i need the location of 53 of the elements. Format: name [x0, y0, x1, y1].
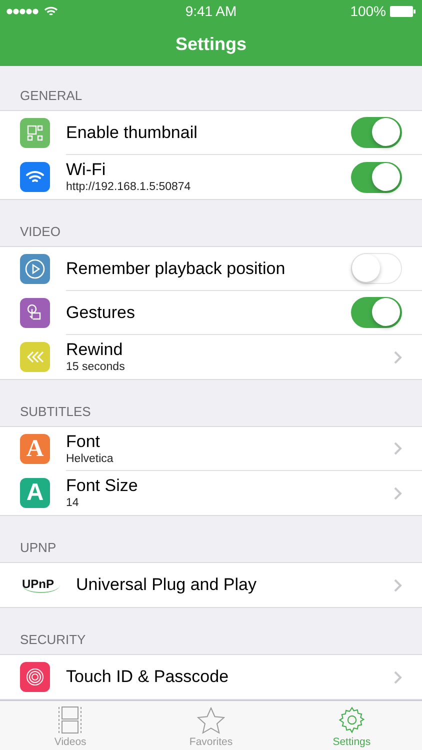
- section-header: SECURITY: [19, 631, 87, 649]
- settings-row[interactable]: Enable thumbnail: [0, 111, 422, 155]
- rewind-icon: [20, 342, 50, 372]
- nav-title: Settings: [175, 34, 246, 54]
- upnp-logo: UPnP: [22, 577, 60, 593]
- row-title: Enable thumbnail: [66, 122, 198, 142]
- chevron-icon: [394, 670, 402, 684]
- grid-icon: [20, 118, 50, 148]
- row-title: Universal Plug and Play: [76, 575, 258, 595]
- row-subtitle: 15 seconds: [66, 360, 126, 374]
- wifi-icon: [20, 162, 50, 192]
- settings-row[interactable]: A Font Size 14: [0, 471, 422, 515]
- chevron-icon: [394, 442, 402, 455]
- row-subtitle: http://192.168.1.5:50874: [66, 180, 192, 194]
- play-icon: [20, 254, 50, 284]
- battery-icon: [390, 6, 416, 16]
- settings-row[interactable]: Remember playback position: [0, 247, 422, 291]
- chevron-icon: [394, 578, 402, 592]
- settings-row[interactable]: UPnP Universal Plug and Play: [0, 563, 422, 607]
- settings-row[interactable]: Rewind 15 seconds: [0, 335, 422, 379]
- fingerprint-icon: [20, 662, 50, 692]
- film-icon: [57, 706, 84, 734]
- font-icon: A: [20, 434, 50, 464]
- row-title: Font Size: [66, 476, 139, 496]
- status-time: 9:41 AM: [185, 3, 237, 19]
- row-subtitle: Helvetica: [66, 452, 114, 466]
- settings-row[interactable]: Wi-Fi http://192.168.1.5:50874: [0, 155, 422, 199]
- row-title: Gestures: [66, 302, 136, 322]
- chevron-icon: [394, 486, 402, 500]
- toggle-switch[interactable]: [351, 117, 402, 148]
- signal-icon: [6, 8, 40, 14]
- star-icon: [197, 707, 225, 734]
- hand-icon: [20, 298, 50, 328]
- row-title: Font: [66, 432, 102, 452]
- row-title: Wi-Fi: [66, 160, 107, 180]
- section-header: VIDEO: [19, 223, 62, 241]
- settings-row[interactable]: Touch ID & Passcode: [0, 655, 422, 699]
- row-title: Touch ID & Passcode: [66, 667, 230, 687]
- settings-row[interactable]: A Font Helvetica: [0, 427, 422, 471]
- section-header: GENERAL: [19, 87, 84, 105]
- font-icon: A: [20, 478, 50, 508]
- section-header: UPNP: [19, 539, 58, 557]
- wifi-icon: [44, 6, 58, 16]
- settings-row[interactable]: Gestures: [0, 291, 422, 335]
- toggle-switch[interactable]: [351, 162, 402, 192]
- row-subtitle: 14: [66, 496, 80, 510]
- chevron-icon: [394, 350, 402, 364]
- battery-percent: 100%: [350, 3, 386, 19]
- row-title: Rewind: [66, 340, 124, 360]
- row-title: Remember playback position: [66, 258, 286, 278]
- settings-icon: [338, 706, 366, 734]
- toggle-switch[interactable]: [351, 297, 402, 328]
- section-header: SUBTITLES: [19, 403, 92, 421]
